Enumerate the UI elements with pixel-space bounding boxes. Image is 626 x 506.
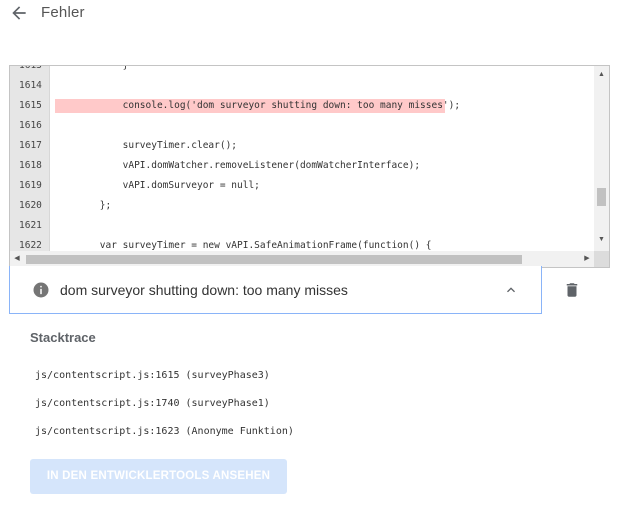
horizontal-scroll-thumb[interactable] (26, 255, 522, 264)
view-in-devtools-button[interactable]: IN DEN ENTWICKLERTOOLS ANSEHEN (30, 459, 287, 494)
code-text: var surveyTimer = new vAPI.SafeAnimation… (54, 240, 432, 251)
line-number: 1620 (19, 200, 42, 211)
line-number: 1617 (19, 140, 42, 151)
code-line: }; (51, 196, 594, 216)
code-line: surveyTimer.clear(); (51, 136, 594, 156)
error-message-text: dom surveyor shutting down: too many mis… (60, 282, 348, 298)
code-text: } (54, 66, 129, 71)
code-line: } (51, 66, 594, 76)
line-number: 1619 (19, 180, 42, 191)
line-number: 1615 (19, 100, 42, 111)
stacktrace-title: Stacktrace (30, 330, 96, 345)
scroll-down-icon[interactable]: ▼ (594, 233, 609, 247)
info-icon (33, 282, 49, 298)
arrow-left-icon[interactable] (9, 3, 29, 23)
horizontal-scrollbar[interactable]: ◀ ▶ (10, 251, 594, 267)
code-line: var surveyTimer = new vAPI.SafeAnimation… (51, 236, 594, 251)
code-line: vAPI.domWatcher.removeListener(domWatche… (51, 156, 594, 176)
scroll-right-icon[interactable]: ▶ (580, 251, 594, 267)
code-text: vAPI.domSurveyor = null; (54, 180, 260, 191)
code-line: vAPI.domSurveyor = null; (51, 176, 594, 196)
code-viewer[interactable]: 1613 1614 1615 1616 1617 1618 1619 1620 1621 1622… (9, 65, 610, 268)
page-title: Fehler (41, 4, 85, 21)
line-number: 1616 (19, 120, 42, 131)
line-number: 1618 (19, 160, 42, 171)
highlighted-code-line: console.log('dom surveyor shutting down:… (51, 96, 594, 116)
chevron-up-icon[interactable] (503, 282, 519, 298)
code-text: vAPI.domWatcher.removeListener(domWatche… (54, 160, 421, 171)
stacktrace-frame: js/contentscript.js:1623 (Anonyme Funkti… (35, 426, 294, 437)
trash-icon[interactable] (563, 281, 581, 299)
code-text: }; (54, 200, 112, 211)
stacktrace-frame: js/contentscript.js:1615 (surveyPhase3) (35, 370, 270, 381)
vertical-scroll-thumb[interactable] (597, 188, 606, 206)
scroll-up-icon[interactable]: ▲ (594, 68, 609, 82)
line-number: 1614 (19, 80, 42, 91)
line-number-gutter: 1613 1614 1615 1616 1617 1618 1619 1620 1621 1622 (10, 66, 50, 251)
error-message-row[interactable]: dom surveyor shutting down: too many mis… (9, 266, 542, 314)
line-number: 1621 (19, 220, 42, 231)
code-text: console.log('dom surveyor shutting down:… (54, 100, 461, 111)
header: Fehler (0, 0, 626, 30)
scroll-left-icon[interactable]: ◀ (10, 251, 24, 267)
code-text: surveyTimer.clear(); (54, 140, 238, 151)
code-area: } console.log('dom surveyor shutting dow… (51, 66, 594, 251)
stacktrace-frame: js/contentscript.js:1740 (surveyPhase1) (35, 398, 270, 409)
line-number: 1613 (19, 65, 42, 71)
vertical-scrollbar[interactable]: ▲ ▼ (594, 66, 609, 251)
scrollbar-corner (594, 251, 609, 267)
